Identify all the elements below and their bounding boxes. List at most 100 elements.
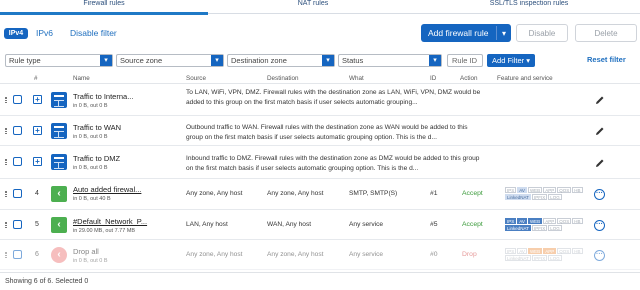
badge-app: APP	[543, 248, 557, 254]
expand-icon[interactable]: +	[33, 157, 42, 166]
drag-handle-icon[interactable]	[5, 128, 7, 134]
table-row[interactable]: 6 ‹ Drop all in 0 B, out 0 B Any zone, A…	[0, 240, 640, 270]
badge-app: APP	[543, 187, 557, 193]
delete-button[interactable]: Delete	[575, 24, 637, 42]
rule-id: #1	[430, 190, 438, 197]
row-checkbox[interactable]	[13, 250, 22, 259]
row-checkbox[interactable]	[13, 189, 22, 198]
table-footer: Showing 6 of 6. Selected 0	[0, 272, 640, 290]
table-row[interactable]: + Traffic to WAN in 0 B, out 0 B Outboun…	[0, 116, 640, 146]
drag-handle-icon[interactable]	[5, 97, 7, 103]
chevron-down-icon: ▾	[100, 55, 112, 66]
rule-traffic-stats: in 0 B, out 40 B	[73, 196, 111, 202]
filter-bar: Rule type ▾ Source zone ▾ Destination zone…	[0, 54, 640, 68]
status-select[interactable]: Status ▾	[338, 54, 442, 67]
badge-linkednat: LinkedNAT	[505, 255, 531, 261]
badge-av: AV	[517, 218, 527, 224]
more-options-icon[interactable]: ···	[594, 250, 605, 261]
rule-position: 6	[35, 251, 39, 258]
badge-linkednat: LinkedNAT	[505, 225, 531, 231]
rule-group-icon	[51, 123, 67, 139]
tab-firewall-rules[interactable]: Firewall rules	[0, 0, 208, 15]
table-row[interactable]: 5 ‹ #Default_Network_P... in 29.00 MB, o…	[0, 210, 640, 240]
share-icon: ‹	[51, 186, 67, 202]
disable-filter-link[interactable]: Disable filter	[70, 28, 117, 38]
badge-web: WEB	[527, 187, 543, 193]
badge-av: AV	[517, 248, 527, 254]
table-header: # Name Source Destination What ID Action…	[0, 74, 640, 84]
edit-icon[interactable]	[595, 95, 605, 105]
row-checkbox[interactable]	[13, 95, 22, 104]
badge-qos: QOS	[557, 218, 572, 224]
more-options-icon[interactable]: ···	[594, 189, 605, 200]
col-source: Source	[186, 75, 206, 82]
source-zone-select[interactable]: Source zone ▾	[116, 54, 224, 67]
badge-hb: HB	[572, 248, 583, 254]
row-checkbox[interactable]	[13, 157, 22, 166]
rule-traffic-stats: in 29.00 MB, out 7.77 MB	[73, 228, 136, 234]
table-row[interactable]: + Traffic to DMZ in 0 B, out 0 B Inbound…	[0, 146, 640, 179]
ipv6-toggle[interactable]: IPv6	[36, 28, 53, 38]
rule-action: Drop	[462, 251, 477, 258]
share-icon: ‹	[51, 217, 67, 233]
tab-ssl-tls-inspection-rules[interactable]: SSL/TLS inspection rules	[418, 0, 640, 14]
edit-icon[interactable]	[595, 126, 605, 136]
drag-handle-icon[interactable]	[5, 222, 7, 228]
badge-qos: QOS	[557, 187, 572, 193]
rule-destination: Any zone, Any host	[267, 190, 324, 197]
table-row[interactable]: + Traffic to Interna... in 0 B, out 0 B …	[0, 85, 640, 116]
rule-source: Any zone, Any host	[186, 251, 243, 258]
edit-icon[interactable]	[595, 158, 605, 168]
rule-name[interactable]: Auto added firewal...	[73, 185, 141, 194]
rule-name[interactable]: Drop all	[73, 247, 99, 256]
rule-source: LAN, Any host	[186, 221, 228, 228]
rule-name[interactable]: #Default_Network_P...	[73, 217, 147, 226]
badge-ips: IPS	[505, 218, 517, 224]
rule-traffic-stats: in 0 B, out 0 B	[73, 258, 108, 264]
chevron-down-icon[interactable]: ▾	[497, 29, 511, 38]
drag-handle-icon[interactable]	[5, 159, 7, 165]
add-filter-button[interactable]: Add Filter ▾	[487, 54, 535, 67]
chevron-down-icon: ▾	[322, 55, 334, 66]
rule-name[interactable]: Traffic to WAN	[73, 123, 121, 132]
add-firewall-rule-button[interactable]: Add firewall rule ▾	[421, 24, 511, 42]
col-feature: Feature and service	[497, 75, 553, 82]
rule-name[interactable]: Traffic to DMZ	[73, 154, 120, 163]
col-what: What	[349, 75, 364, 82]
badge-hb: HB	[572, 218, 583, 224]
tab-nat-rules[interactable]: NAT rules	[208, 0, 418, 14]
row-checkbox[interactable]	[13, 126, 22, 135]
badge-ipfix: IPFIX	[531, 255, 548, 261]
expand-icon[interactable]: +	[33, 95, 42, 104]
drag-handle-icon[interactable]	[5, 252, 7, 258]
col-id: ID	[430, 75, 437, 82]
rule-type-select[interactable]: Rule type ▾	[5, 54, 113, 67]
badge-ipfix: IPFIX	[531, 194, 548, 200]
badge-log: LOG	[548, 225, 562, 231]
rule-name[interactable]: Traffic to Interna...	[73, 92, 133, 101]
rule-services: Any service	[349, 221, 384, 228]
expand-icon[interactable]: +	[33, 126, 42, 135]
feature-badges: IPS AV WEB APP QOS HB LinkedNAT IPFIX LO…	[505, 218, 587, 231]
rule-position: 5	[35, 221, 39, 228]
badge-log: LOG	[548, 194, 562, 200]
more-options-icon[interactable]: ···	[594, 220, 605, 231]
drag-handle-icon[interactable]	[5, 191, 7, 197]
row-checkbox[interactable]	[13, 220, 22, 229]
table-row[interactable]: 4 ‹ Auto added firewal... in 0 B, out 40…	[0, 179, 640, 210]
col-action: Action	[460, 75, 478, 82]
chevron-down-icon: ▾	[526, 56, 530, 65]
rule-action: Accept	[462, 190, 483, 197]
badge-hb: HB	[572, 187, 583, 193]
rule-description: Outbound traffic to WAN. Firewall rules …	[186, 124, 468, 141]
rule-services: Any service	[349, 251, 384, 258]
badge-app: APP	[543, 218, 557, 224]
ipv4-toggle[interactable]: IPv4	[4, 28, 28, 39]
toolbar: IPv4 IPv6 Disable filter Add firewall ru…	[3, 22, 637, 42]
disable-button[interactable]: Disable	[516, 24, 568, 42]
feature-badges: IPS AV WEB APP QOS HB LinkedNAT IPFIX LO…	[505, 248, 587, 261]
rule-traffic-stats: in 0 B, out 0 B	[73, 165, 108, 171]
rule-id-input[interactable]: Rule ID	[447, 54, 483, 67]
destination-zone-select[interactable]: Destination zone ▾	[227, 54, 335, 67]
reset-filter-link[interactable]: Reset filter	[587, 55, 626, 64]
